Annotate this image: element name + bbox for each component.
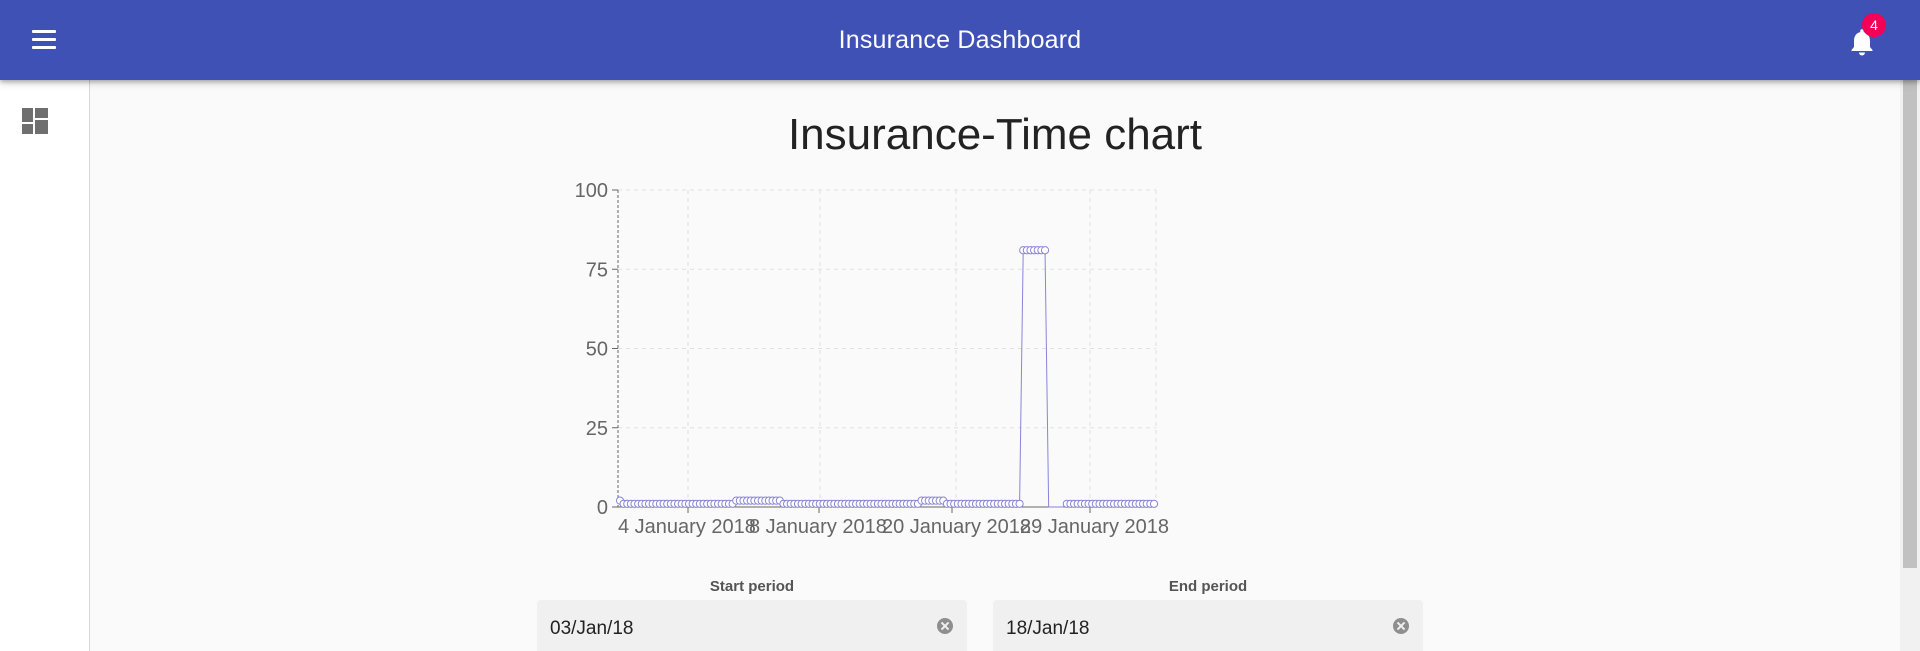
series-line xyxy=(619,249,1154,508)
chart-title: Insurance-Time chart xyxy=(787,110,1203,159)
start-period-field[interactable]: 03/Jan/18 xyxy=(537,600,967,651)
x-tick-label: 29 January 2018 xyxy=(1020,516,1169,538)
data-point xyxy=(1040,246,1050,255)
y-tick-label: 100 xyxy=(575,180,608,202)
x-tick-label: 4 January 2018 xyxy=(618,516,756,538)
end-period-label: End period xyxy=(1168,578,1248,595)
notification-badge: 4 xyxy=(1862,13,1886,37)
insurance-time-chart: 0 25 50 75 100 4 January 20188 January 201820… xyxy=(575,180,1169,538)
data-point xyxy=(1015,499,1024,508)
clear-start-icon[interactable] xyxy=(937,618,953,634)
dashboard-icon xyxy=(22,108,48,134)
scrollbar-thumb[interactable] xyxy=(1903,80,1917,568)
page-scrollbar[interactable] xyxy=(1900,80,1920,651)
dashboard-nav-button[interactable] xyxy=(22,108,48,134)
y-tick-label: 75 xyxy=(586,259,608,281)
y-tick-label: 0 xyxy=(597,497,608,519)
y-tick-label: 50 xyxy=(586,339,608,361)
side-drawer xyxy=(0,80,90,651)
app-bar: Insurance Dashboard 4 xyxy=(0,0,1920,80)
y-tick-label: 25 xyxy=(586,418,608,440)
x-tick-label: 8 January 2018 xyxy=(749,516,887,538)
start-period-label: Start period xyxy=(709,578,795,595)
start-period-value[interactable]: 03/Jan/18 xyxy=(550,618,633,640)
data-point xyxy=(1149,499,1159,508)
end-period-field[interactable]: 18/Jan/18 xyxy=(993,600,1423,651)
x-tick-label: 20 January 2018 xyxy=(882,516,1031,538)
end-period-value[interactable]: 18/Jan/18 xyxy=(1006,618,1089,640)
clear-end-icon[interactable] xyxy=(1393,618,1409,634)
app-title: Insurance Dashboard xyxy=(838,26,1082,54)
